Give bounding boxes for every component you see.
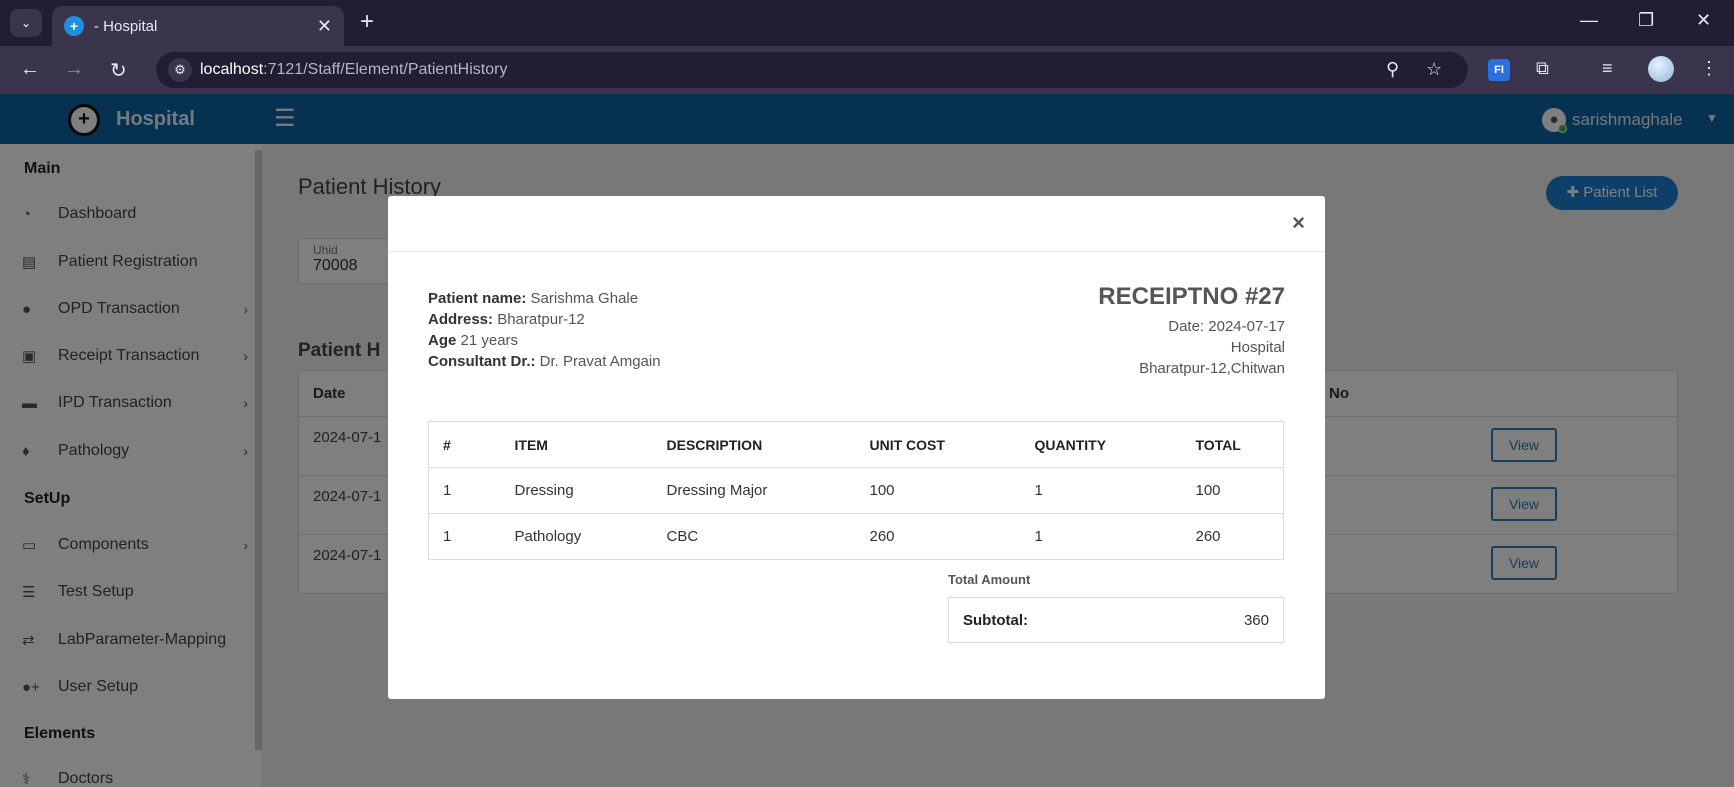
window-close-icon[interactable]: ✕ [1696, 10, 1711, 31]
col-total-header: TOTAL [1181, 421, 1284, 468]
tab-close-icon[interactable]: ✕ [317, 16, 332, 37]
receipt-number: RECEIPTNO #27 [1098, 283, 1285, 310]
col-description-header: DESCRIPTION [652, 421, 856, 468]
col-quantity-header: QUANTITY [1020, 421, 1182, 468]
cell-quantity: 1 [1020, 467, 1182, 514]
tab-search-icon[interactable]: ⌄ [10, 9, 42, 37]
reload-icon[interactable]: ↻ [110, 58, 127, 83]
receipt-date: Date: 2024-07-17 [1168, 318, 1285, 335]
address-line: Address: Bharatpur-12 [428, 311, 585, 328]
col-unit-cost-header: UNIT COST [855, 421, 1021, 468]
browser-tab-bar: ⌄ + - Hospital ✕ + — ❐ ✕ [0, 0, 1734, 46]
new-tab-icon[interactable]: + [360, 9, 374, 35]
hospital-favicon-icon: + [64, 16, 84, 36]
patient-name-line: Patient name: Sarishma Ghale [428, 290, 639, 307]
cell-total: 100 [1181, 467, 1284, 514]
cell-description: CBC [652, 513, 856, 560]
browser-menu-icon[interactable]: ⋮ [1700, 58, 1718, 79]
back-icon[interactable]: ← [20, 58, 40, 81]
url-text: localhost:7121/Staff/Element/PatientHist… [200, 61, 508, 78]
modal-close-icon[interactable]: × [1292, 210, 1305, 236]
age-line: Age 21 years [428, 332, 519, 349]
table-row: 1 Pathology CBC 260 1 260 [428, 513, 1284, 560]
cell-number: 1 [428, 513, 501, 560]
restore-icon[interactable]: ❐ [1638, 10, 1654, 31]
zoom-icon[interactable]: ⚲ [1386, 59, 1399, 80]
col-item-header: ITEM [500, 421, 653, 468]
minimize-icon[interactable]: — [1580, 10, 1598, 31]
cell-unit-cost: 260 [855, 513, 1021, 560]
site-info-icon[interactable]: ⚙ [168, 58, 192, 82]
cell-total: 260 [1181, 513, 1284, 560]
bookmark-star-icon[interactable]: ☆ [1426, 59, 1442, 80]
profile-avatar-icon[interactable] [1648, 56, 1674, 82]
subtotal-value: 360 [1243, 612, 1269, 629]
consultant-line: Consultant Dr.: Dr. Pravat Amgain [428, 353, 661, 370]
cell-number: 1 [428, 467, 501, 514]
org-address: Bharatpur-12,Chitwan [1139, 360, 1285, 377]
org-name: Hospital [1230, 339, 1285, 356]
receipt-info: RECEIPTNO #27 Date: 2024-07-17 Hospital … [1098, 282, 1285, 379]
extensions-puzzle-icon[interactable]: ⧉ [1536, 58, 1549, 79]
cell-quantity: 1 [1020, 513, 1182, 560]
forward-icon[interactable]: → [64, 58, 84, 81]
browser-tab[interactable]: + - Hospital ✕ [52, 6, 344, 46]
media-control-icon[interactable]: ≡ [1602, 58, 1613, 79]
receipt-items-table: # ITEM DESCRIPTION UNIT COST QUANTITY TO… [428, 421, 1284, 560]
cell-item: Pathology [500, 513, 653, 560]
subtotal-box: Subtotal: 360 [948, 597, 1284, 643]
subtotal-label: Subtotal: [963, 612, 1028, 629]
table-header-row: # ITEM DESCRIPTION UNIT COST QUANTITY TO… [428, 421, 1284, 468]
cell-item: Dressing [500, 467, 653, 514]
table-row: 1 Dressing Dressing Major 100 1 100 [428, 467, 1284, 514]
modal-header: × [388, 196, 1325, 252]
address-bar[interactable]: ⚙ localhost:7121/Staff/Element/PatientHi… [156, 52, 1468, 88]
browser-toolbar: ← → ↻ ⚙ localhost:7121/Staff/Element/Pat… [0, 46, 1734, 94]
receipt-modal: × Patient name: Sarishma Ghale Address: … [388, 196, 1325, 699]
cell-description: Dressing Major [652, 467, 856, 514]
cell-unit-cost: 100 [855, 467, 1021, 514]
total-amount-label: Total Amount [948, 572, 1031, 587]
col-number-header: # [428, 421, 501, 468]
extension-fi-icon[interactable]: FI [1488, 59, 1510, 81]
patient-info: Patient name: Sarishma Ghale Address: Bh… [428, 288, 661, 372]
tab-title: - Hospital [94, 17, 158, 35]
